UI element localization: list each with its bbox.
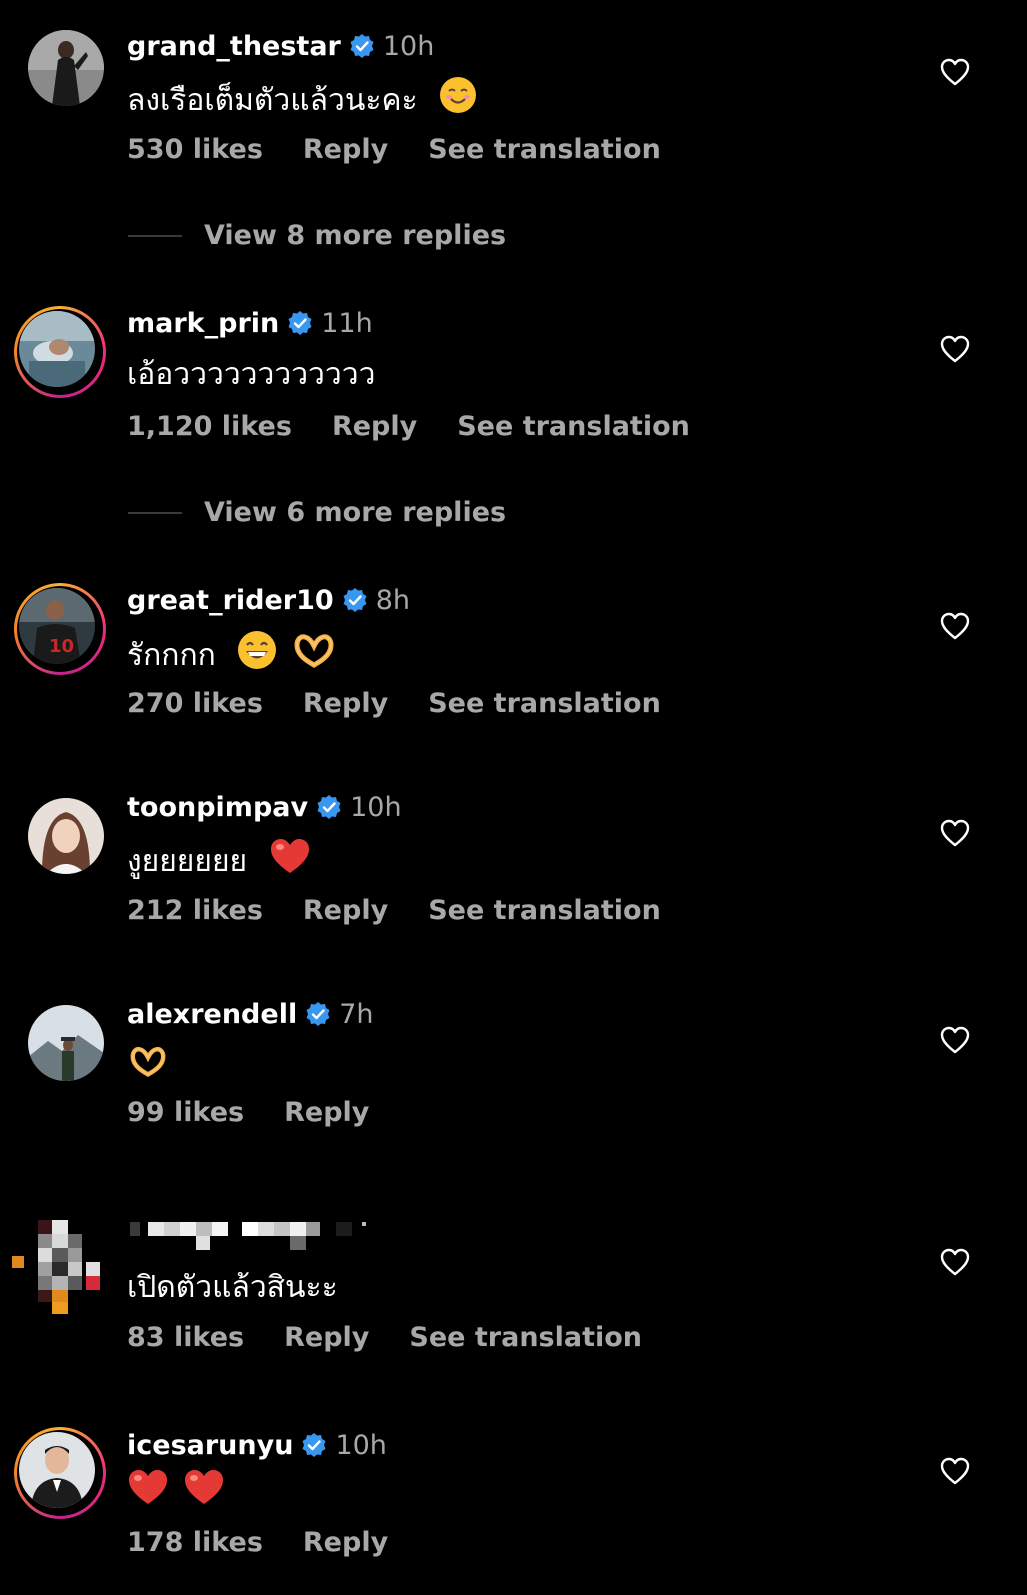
view-more-replies-label: View 6 more replies bbox=[204, 497, 507, 528]
heart-hands-emoji-icon bbox=[293, 631, 335, 682]
reply-button[interactable]: Reply bbox=[303, 895, 388, 926]
comment-text: งูยยยยยย bbox=[127, 837, 311, 881]
see-translation-button[interactable]: See translation bbox=[409, 1322, 642, 1353]
smiling-face-emoji-icon bbox=[439, 76, 477, 127]
comment-actions: 530 likes Reply See translation bbox=[127, 134, 701, 165]
see-translation-button[interactable]: See translation bbox=[457, 411, 690, 442]
comment-text bbox=[127, 1044, 169, 1088]
comment-body: ลงเรือเต็มตัวแล้วนะคะ bbox=[127, 83, 418, 118]
timestamp: 10h bbox=[335, 1429, 387, 1461]
comment-actions: 1,120 likes Reply See translation bbox=[127, 411, 730, 442]
likes-count[interactable]: 530 likes bbox=[127, 134, 263, 165]
comment-body: รักกกก bbox=[127, 638, 216, 673]
verified-badge-icon bbox=[306, 1002, 330, 1026]
username[interactable]: toonpimpav bbox=[127, 792, 308, 823]
likes-count[interactable]: 99 likes bbox=[127, 1097, 244, 1128]
divider bbox=[128, 511, 182, 514]
timestamp: 7h bbox=[339, 998, 374, 1030]
comment-header: great_rider10 8h bbox=[127, 582, 410, 618]
comment-actions: 83 likes Reply See translation bbox=[127, 1322, 682, 1353]
reply-button[interactable]: Reply bbox=[303, 1527, 388, 1558]
comment-text bbox=[127, 1468, 225, 1512]
heart-icon[interactable] bbox=[940, 58, 970, 86]
comment-text: เปิดตัวแล้วสินะะ bbox=[127, 1266, 338, 1310]
username[interactable]: alexrendell bbox=[127, 999, 297, 1030]
comment-actions: 178 likes Reply bbox=[127, 1527, 428, 1558]
reply-button[interactable]: Reply bbox=[303, 134, 388, 165]
avatar[interactable] bbox=[28, 798, 104, 874]
avatar[interactable] bbox=[14, 306, 106, 398]
heart-icon[interactable] bbox=[940, 819, 970, 847]
red-heart-emoji-icon bbox=[269, 837, 311, 888]
comment-actions: 212 likes Reply See translation bbox=[127, 895, 701, 926]
svg-text:10: 10 bbox=[49, 636, 74, 657]
comment-header: grand_thestar 10h bbox=[127, 28, 434, 64]
heart-icon[interactable] bbox=[940, 1026, 970, 1054]
see-translation-button[interactable]: See translation bbox=[428, 895, 661, 926]
heart-icon[interactable] bbox=[940, 1457, 970, 1485]
timestamp: 8h bbox=[375, 584, 410, 616]
likes-count[interactable]: 83 likes bbox=[127, 1322, 244, 1353]
timestamp: 10h bbox=[350, 791, 402, 823]
verified-badge-icon bbox=[302, 1433, 326, 1457]
grinning-face-emoji-icon bbox=[237, 630, 277, 683]
avatar-pixelated[interactable] bbox=[12, 1220, 102, 1316]
username-pixelated-blocks bbox=[130, 1222, 370, 1258]
see-translation-button[interactable]: See translation bbox=[428, 688, 661, 719]
comment-text: เอ้อวววววววววววว bbox=[127, 353, 375, 397]
verified-badge-icon bbox=[343, 588, 367, 612]
red-heart-emoji-icon bbox=[127, 1468, 169, 1519]
username[interactable]: icesarunyu bbox=[127, 1430, 293, 1461]
verified-badge-icon bbox=[350, 34, 374, 58]
likes-count[interactable]: 1,120 likes bbox=[127, 411, 292, 442]
comment-header: alexrendell 7h bbox=[127, 996, 374, 1032]
verified-badge-icon bbox=[317, 795, 341, 819]
reply-button[interactable]: Reply bbox=[284, 1097, 369, 1128]
view-more-replies-button[interactable]: View 8 more replies bbox=[128, 220, 506, 251]
heart-hands-emoji-icon bbox=[127, 1044, 169, 1091]
verified-badge-icon bbox=[288, 311, 312, 335]
likes-count[interactable]: 270 likes bbox=[127, 688, 263, 719]
avatar[interactable] bbox=[14, 1427, 106, 1519]
red-heart-emoji-icon bbox=[183, 1468, 225, 1519]
view-more-replies-label: View 8 more replies bbox=[204, 220, 507, 251]
divider bbox=[128, 234, 182, 237]
avatar[interactable] bbox=[28, 30, 104, 106]
avatar-image bbox=[19, 311, 95, 387]
comment-actions: 270 likes Reply See translation bbox=[127, 688, 701, 719]
comment-body: เอ้อวววววววววววว bbox=[127, 357, 376, 392]
avatar-image bbox=[19, 1432, 95, 1508]
heart-icon[interactable] bbox=[940, 612, 970, 640]
comment-header: toonpimpav 10h bbox=[127, 789, 402, 825]
reply-button[interactable]: Reply bbox=[332, 411, 417, 442]
avatar[interactable]: 10 bbox=[14, 583, 106, 675]
heart-icon[interactable] bbox=[940, 335, 970, 363]
heart-icon[interactable] bbox=[940, 1248, 970, 1276]
username[interactable]: great_rider10 bbox=[127, 585, 334, 616]
timestamp: 10h bbox=[382, 30, 435, 62]
view-more-replies-button[interactable]: View 6 more replies bbox=[128, 497, 506, 528]
username[interactable]: grand_thestar bbox=[127, 31, 341, 62]
username[interactable]: mark_prin bbox=[127, 308, 279, 339]
avatar[interactable] bbox=[28, 1005, 104, 1081]
reply-button[interactable]: Reply bbox=[284, 1322, 369, 1353]
comment-header: icesarunyu 10h bbox=[127, 1427, 387, 1463]
timestamp: 11h bbox=[321, 307, 373, 339]
comment-body: งูยยยยยย bbox=[127, 844, 248, 879]
comment-body: เปิดตัวแล้วสินะะ bbox=[127, 1270, 338, 1305]
comment-text: รักกกก bbox=[127, 630, 335, 674]
avatar-image: 10 bbox=[19, 588, 95, 664]
reply-button[interactable]: Reply bbox=[303, 688, 388, 719]
see-translation-button[interactable]: See translation bbox=[428, 134, 661, 165]
comment-actions: 99 likes Reply bbox=[127, 1097, 409, 1128]
comment-header: mark_prin 11h bbox=[127, 305, 373, 341]
likes-count[interactable]: 212 likes bbox=[127, 895, 263, 926]
likes-count[interactable]: 178 likes bbox=[127, 1527, 263, 1558]
comment-text: ลงเรือเต็มตัวแล้วนะคะ bbox=[127, 76, 477, 120]
